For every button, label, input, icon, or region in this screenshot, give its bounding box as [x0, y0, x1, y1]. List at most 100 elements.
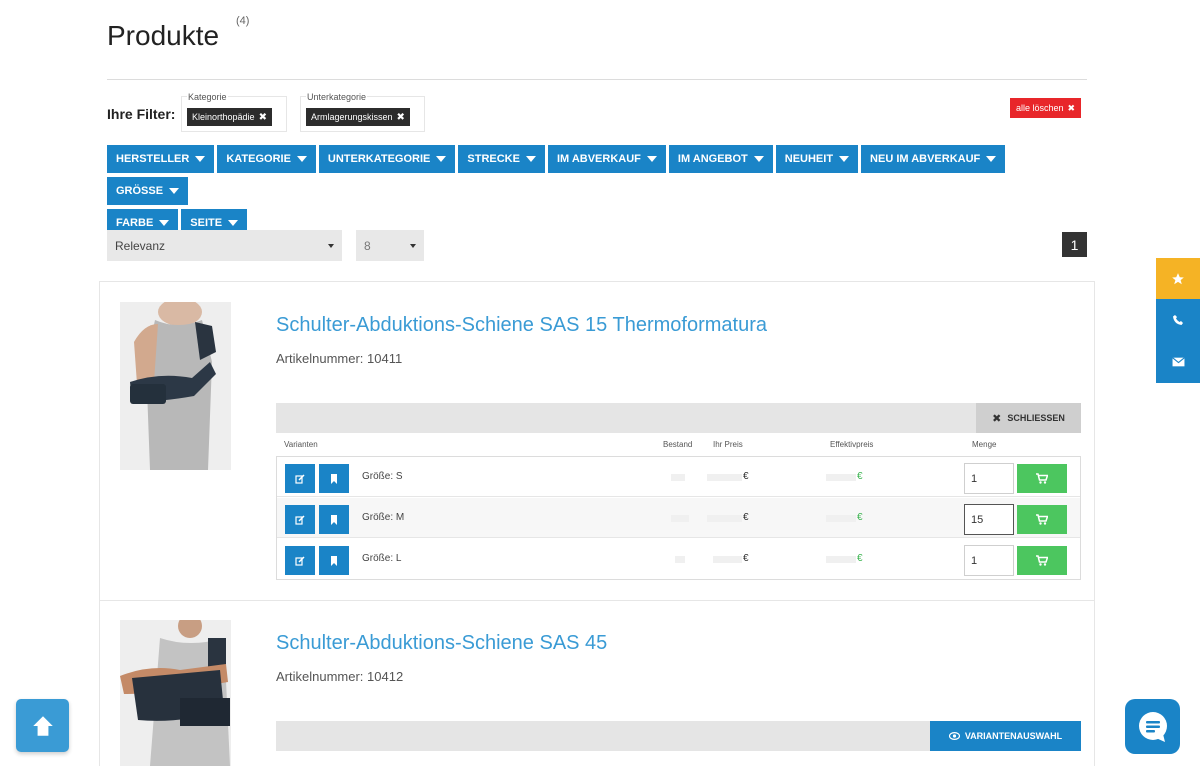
- chat-button[interactable]: [1125, 699, 1180, 754]
- chat-icon: [1138, 711, 1167, 742]
- edit-button[interactable]: [285, 464, 315, 493]
- caret-down-icon: [753, 156, 764, 162]
- phone-icon: [1173, 314, 1183, 325]
- effective-price-currency: €: [857, 471, 863, 482]
- facet-im-angebot[interactable]: IM ANGEBOT: [668, 145, 773, 173]
- filter-chip-label: Armlagerungskissen: [311, 112, 393, 122]
- remove-icon[interactable]: ✖: [397, 112, 405, 123]
- clear-all-label: alle löschen: [1016, 103, 1064, 113]
- table-row: Größe: L € € 1: [277, 539, 1080, 579]
- price-placeholder: [707, 515, 742, 522]
- caret-down-icon: [159, 220, 170, 226]
- price-placeholder: [713, 556, 742, 563]
- effective-price-currency: €: [857, 553, 863, 564]
- cart-icon: [1036, 555, 1048, 566]
- facet-kategorie[interactable]: KATEGORIE: [217, 145, 316, 173]
- close-variants-button[interactable]: ✖ SCHLIESSEN: [976, 403, 1081, 433]
- facet-neu-im-abverkauf[interactable]: NEU IM ABVERKAUF: [861, 145, 1006, 173]
- scroll-to-top-button[interactable]: [16, 699, 69, 752]
- column-header-stock: Bestand: [663, 440, 693, 449]
- variant-selection-button[interactable]: VARIANTENAUSWAHL: [930, 721, 1081, 751]
- price-currency: €: [743, 471, 749, 482]
- clear-all-filters-button[interactable]: alle löschen ✖: [1010, 98, 1082, 118]
- filter-chip-unterkategorie[interactable]: Armlagerungskissen ✖: [306, 108, 410, 126]
- mail-button[interactable]: [1156, 340, 1200, 383]
- favorites-button[interactable]: [1156, 258, 1200, 299]
- add-to-cart-button[interactable]: [1017, 464, 1067, 493]
- effective-price-currency: €: [857, 512, 863, 523]
- bookmark-icon: [331, 555, 337, 566]
- quantity-input[interactable]: 1: [964, 463, 1014, 494]
- pagination-page[interactable]: 1: [1062, 232, 1087, 257]
- table-row: Größe: M € € 15: [277, 498, 1080, 538]
- per-page-select[interactable]: 8: [356, 230, 424, 261]
- mail-icon: [1171, 356, 1185, 366]
- per-page-value: 8: [364, 238, 371, 253]
- article-number: Artikelnummer: 10412: [276, 669, 404, 684]
- stock-placeholder: [675, 556, 685, 563]
- sort-select[interactable]: Relevanz: [107, 230, 342, 261]
- filter-chip-kategorie[interactable]: Kleinorthopädie ✖: [187, 108, 272, 126]
- facet-label: FARBE: [116, 217, 154, 229]
- facet-label: IM ABVERKAUF: [556, 153, 641, 165]
- facet-unterkategorie[interactable]: UNTERKATEGORIE: [318, 145, 456, 173]
- cart-icon: [1036, 473, 1048, 484]
- caret-down-icon: [646, 156, 657, 162]
- price-placeholder: [707, 474, 742, 481]
- stock-placeholder: [671, 474, 685, 481]
- price-currency: €: [743, 553, 749, 564]
- product-image[interactable]: [120, 620, 231, 766]
- add-to-cart-button[interactable]: [1017, 505, 1067, 534]
- phone-button[interactable]: [1156, 299, 1200, 340]
- product-title[interactable]: Schulter-Abduktions-Schiene SAS 15 Therm…: [276, 314, 767, 337]
- facet-neuheit[interactable]: NEUHEIT: [775, 145, 859, 173]
- column-header-variants: Varianten: [284, 440, 318, 449]
- variant-bar: VARIANTENAUSWAHL: [276, 721, 1081, 751]
- eye-icon: [948, 732, 960, 740]
- product-title[interactable]: Schulter-Abduktions-Schiene SAS 45: [276, 632, 607, 655]
- caret-down-icon: [169, 188, 180, 194]
- dropdown-arrow-icon: [328, 243, 334, 248]
- caret-down-icon: [436, 156, 447, 162]
- bookmark-icon: [331, 514, 337, 525]
- product-divider: [99, 600, 1095, 601]
- add-to-cart-button[interactable]: [1017, 546, 1067, 575]
- caret-down-icon: [228, 220, 239, 226]
- facet-strecke[interactable]: STRECKE: [458, 145, 545, 173]
- divider: [107, 79, 1087, 80]
- facet-label: IM ANGEBOT: [677, 153, 748, 165]
- facet-label: SEITE: [190, 217, 223, 229]
- caret-down-icon: [986, 156, 997, 162]
- quantity-input[interactable]: 15: [964, 504, 1014, 535]
- close-label: SCHLIESSEN: [1007, 413, 1065, 423]
- stock-placeholder: [671, 515, 689, 522]
- quantity-input[interactable]: 1: [964, 545, 1014, 576]
- product-photo-icon: [120, 302, 231, 470]
- bookmark-button[interactable]: [319, 546, 349, 575]
- facet-label: GRÖSSE: [116, 185, 164, 197]
- sort-value: Relevanz: [115, 238, 166, 253]
- edit-button[interactable]: [285, 546, 315, 575]
- cart-icon: [1036, 514, 1048, 525]
- bookmark-button[interactable]: [319, 505, 349, 534]
- close-icon: ✖: [992, 412, 1002, 425]
- edit-icon: [295, 473, 305, 484]
- caret-down-icon: [296, 156, 307, 162]
- filter-group-kategorie: Kategorie Kleinorthopädie ✖: [181, 92, 287, 132]
- bookmark-icon: [331, 473, 337, 484]
- close-icon: ✖: [1067, 102, 1076, 113]
- caret-down-icon: [525, 156, 536, 162]
- filter-label: Ihre Filter:: [107, 106, 176, 122]
- edit-icon: [295, 555, 305, 566]
- facet-im-abverkauf[interactable]: IM ABVERKAUF: [547, 145, 666, 173]
- bookmark-button[interactable]: [319, 464, 349, 493]
- product-image[interactable]: [120, 302, 231, 470]
- filter-group-unterkategorie: Unterkategorie Armlagerungskissen ✖: [300, 92, 425, 132]
- facet-hersteller[interactable]: HERSTELLER: [107, 145, 215, 173]
- price-currency: €: [743, 512, 749, 523]
- edit-button[interactable]: [285, 505, 315, 534]
- remove-icon[interactable]: ✖: [259, 112, 267, 123]
- variant-bar: ✖ SCHLIESSEN: [276, 403, 1081, 433]
- facet-label: NEU IM ABVERKAUF: [870, 153, 981, 165]
- facet-groesse[interactable]: GRÖSSE: [107, 177, 189, 205]
